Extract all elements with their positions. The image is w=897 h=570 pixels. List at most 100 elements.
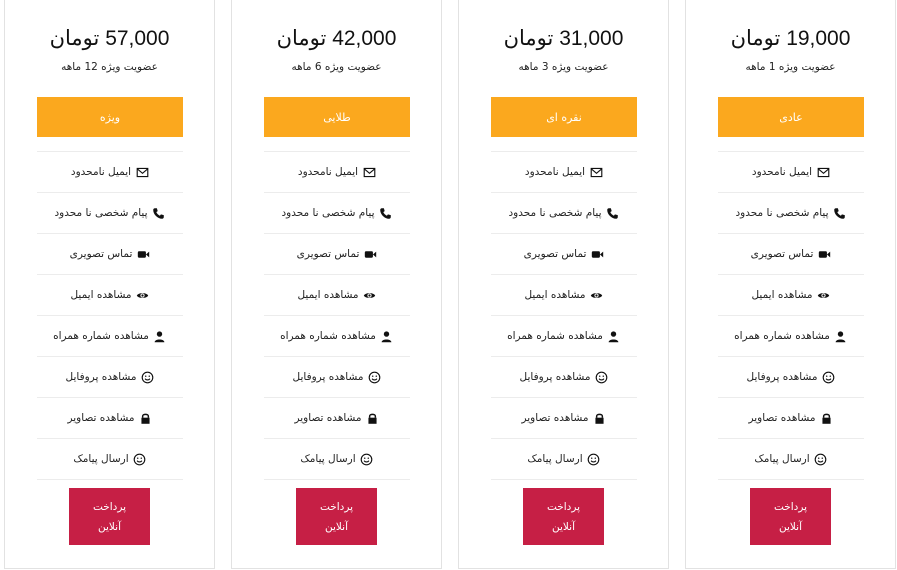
smile-icon (360, 452, 374, 466)
phone-icon (379, 206, 393, 220)
plan-type-button[interactable]: عادی (718, 97, 864, 137)
feature-label: مشاهده ایمیل (751, 289, 813, 301)
feature-item: ایمیل نامحدود (264, 151, 410, 192)
feature-item: مشاهده ایمیل (491, 274, 637, 315)
feature-item: مشاهده شماره همراه (491, 315, 637, 356)
feature-item: مشاهده شماره همراه (718, 315, 864, 356)
feature-label: مشاهده تصاویر (67, 412, 135, 424)
plan-subtitle: عضویت ویژه 1 ماهه (745, 61, 836, 73)
feature-item: ایمیل نامحدود (491, 151, 637, 192)
feature-item: پیام شخصی نا محدود (491, 192, 637, 233)
feature-label: ارسال پیامک (754, 453, 810, 465)
feature-item: مشاهده تصاویر (491, 397, 637, 438)
feature-item: مشاهده پروفایل (37, 356, 183, 397)
pay-online-button[interactable]: پرداخت آنلاین (523, 488, 604, 545)
plan-price: 57,000 تومان (49, 27, 170, 50)
feature-label: ارسال پیامک (73, 453, 129, 465)
feature-item: ارسال پیامک (37, 438, 183, 480)
feature-label: ایمیل نامحدود (70, 166, 132, 178)
feature-label: تماس تصویری (69, 248, 133, 260)
feature-list: ایمیل نامحدود پیام شخصی نا محدود تماس تصوی… (264, 151, 410, 480)
envelope-icon (362, 165, 376, 179)
plan-subtitle: عضویت ویژه 3 ماهه (518, 61, 609, 73)
user-icon (607, 329, 621, 343)
pay-online-button[interactable]: پرداخت آنلاین (296, 488, 377, 545)
feature-item: ایمیل نامحدود (718, 151, 864, 192)
feature-item: مشاهده ایمیل (718, 274, 864, 315)
feature-label: مشاهده ایمیل (524, 289, 586, 301)
feature-label: مشاهده پروفایل (746, 371, 818, 383)
pricing-card: 31,000 تومان عضویت ویژه 3 ماهه نقره ای ایمی… (458, 0, 669, 569)
feature-label: مشاهده شماره همراه (53, 330, 149, 342)
pay-button-line1: پرداخت (319, 500, 354, 513)
feature-item: تماس تصویری (37, 233, 183, 274)
user-icon (380, 329, 394, 343)
feature-label: مشاهده تصاویر (294, 412, 362, 424)
user-icon (834, 329, 848, 343)
plan-price: 42,000 تومان (276, 27, 397, 50)
feature-label: پیام شخصی نا محدود (281, 207, 375, 219)
feature-item: مشاهده ایمیل (264, 274, 410, 315)
video-camera-icon (363, 247, 377, 261)
feature-item: تماس تصویری (264, 233, 410, 274)
phone-icon (152, 206, 166, 220)
pay-online-button[interactable]: پرداخت آنلاین (69, 488, 150, 545)
feature-item: تماس تصویری (718, 233, 864, 274)
eye-icon (817, 288, 831, 302)
pay-button-line1: پرداخت (773, 500, 808, 513)
smile-icon (133, 452, 147, 466)
envelope-icon (135, 165, 149, 179)
feature-label: پیام شخصی نا محدود (54, 207, 148, 219)
plan-subtitle: عضویت ویژه 6 ماهه (291, 61, 382, 73)
feature-item: پیام شخصی نا محدود (264, 192, 410, 233)
pay-online-button[interactable]: پرداخت آنلاین (750, 488, 831, 545)
envelope-icon (816, 165, 830, 179)
feature-label: مشاهده ایمیل (297, 289, 359, 301)
plan-type-button[interactable]: ویژه (37, 97, 183, 137)
video-camera-icon (590, 247, 604, 261)
eye-icon (136, 288, 150, 302)
feature-label: مشاهده شماره همراه (280, 330, 376, 342)
pricing-card: 57,000 تومان عضویت ویژه 12 ماهه ویژه ایمیل … (4, 0, 215, 569)
pricing-card: 42,000 تومان عضویت ویژه 6 ماهه طلایی ایمیل … (231, 0, 442, 569)
feature-item: پیام شخصی نا محدود (718, 192, 864, 233)
feature-item: پیام شخصی نا محدود (37, 192, 183, 233)
feature-item: مشاهده شماره همراه (264, 315, 410, 356)
smile-icon (814, 452, 828, 466)
feature-label: مشاهده تصاویر (521, 412, 589, 424)
plan-price: 19,000 تومان (730, 27, 851, 50)
plan-price: 31,000 تومان (503, 27, 624, 50)
feature-item: ارسال پیامک (718, 438, 864, 480)
pay-button-line2: آنلاین (778, 520, 803, 533)
smile-icon (140, 370, 154, 384)
feature-item: تماس تصویری (491, 233, 637, 274)
lock-icon (366, 411, 380, 425)
smile-icon (594, 370, 608, 384)
feature-label: ایمیل نامحدود (524, 166, 586, 178)
eye-icon (590, 288, 604, 302)
feature-list: ایمیل نامحدود پیام شخصی نا محدود تماس تصوی… (37, 151, 183, 480)
feature-list: ایمیل نامحدود پیام شخصی نا محدود تماس تصوی… (718, 151, 864, 480)
eye-icon (363, 288, 377, 302)
feature-label: مشاهده تصاویر (748, 412, 816, 424)
pay-button-line2: آنلاین (551, 520, 576, 533)
lock-icon (820, 411, 834, 425)
feature-label: مشاهده ایمیل (70, 289, 132, 301)
pay-button-line1: پرداخت (546, 500, 581, 513)
lock-icon (593, 411, 607, 425)
feature-label: مشاهده پروفایل (65, 371, 137, 383)
phone-icon (833, 206, 847, 220)
smile-icon (367, 370, 381, 384)
feature-item: مشاهده پروفایل (718, 356, 864, 397)
feature-label: ایمیل نامحدود (751, 166, 813, 178)
pricing-plans: 57,000 تومان عضویت ویژه 12 ماهه ویژه ایمیل … (0, 0, 897, 570)
plan-type-button[interactable]: نقره ای (491, 97, 637, 137)
feature-label: تماس تصویری (750, 248, 814, 260)
feature-label: ایمیل نامحدود (297, 166, 359, 178)
plan-type-button[interactable]: طلایی (264, 97, 410, 137)
feature-item: ایمیل نامحدود (37, 151, 183, 192)
pricing-card: 19,000 تومان عضویت ویژه 1 ماهه عادی ایمیل ن… (685, 0, 896, 569)
smile-icon (587, 452, 601, 466)
feature-label: ارسال پیامک (527, 453, 583, 465)
feature-label: مشاهده پروفایل (292, 371, 364, 383)
